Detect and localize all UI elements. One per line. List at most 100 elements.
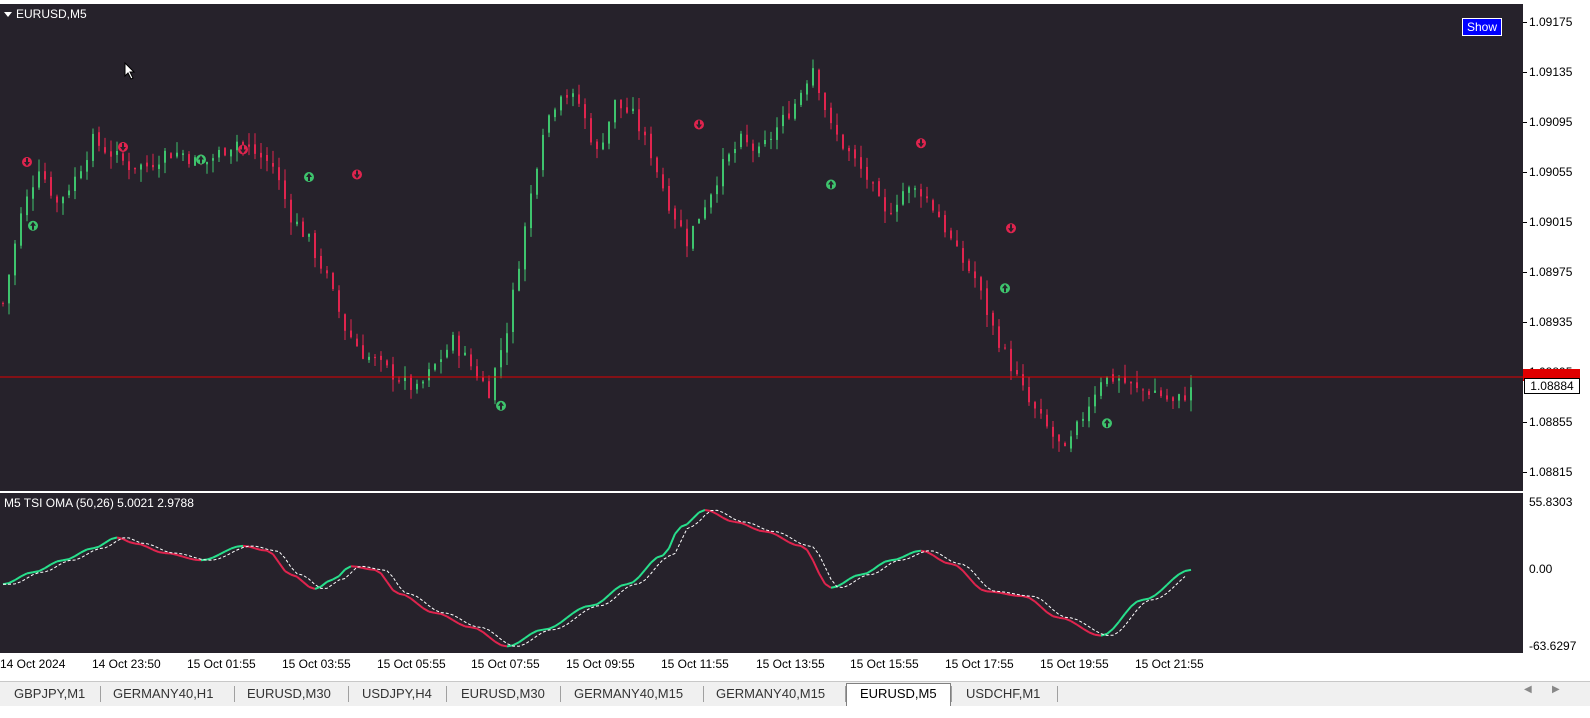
tsi-line-segment xyxy=(374,568,382,575)
chart-tab[interactable]: EURUSD,M30 xyxy=(461,684,545,704)
time-axis-label: 14 Oct 23:50 xyxy=(92,657,161,671)
tsi-line-segment xyxy=(254,547,262,551)
tsi-line-segment xyxy=(938,558,946,564)
tab-separator xyxy=(100,686,101,702)
tsi-line-segment xyxy=(806,549,814,561)
tsi-indicator-chart xyxy=(2,508,1192,648)
chart-tab[interactable]: USDCHF,M1 xyxy=(966,684,1040,704)
tsi-line-segment xyxy=(476,627,484,633)
tsi-line-segment xyxy=(404,594,412,600)
tsi-line-segment xyxy=(1052,615,1060,619)
tsi-line-segment xyxy=(1148,594,1156,600)
tsi-line-segment xyxy=(128,541,136,545)
tsi-line-segment xyxy=(662,547,670,557)
current-price-tag: 1.08884 xyxy=(1524,378,1580,394)
tsi-line-segment xyxy=(44,563,52,569)
tsi-line-segment xyxy=(1004,592,1012,596)
tsi-line-segment xyxy=(440,612,448,618)
scroll-right-icon[interactable]: ▶ xyxy=(1552,684,1560,695)
chart-tab[interactable]: GERMANY40,M15 xyxy=(574,684,683,704)
tsi-line-segment xyxy=(656,554,664,559)
tsi-line-segment xyxy=(158,551,166,555)
scroll-left-icon[interactable]: ◀ xyxy=(1524,684,1532,695)
chart-tab[interactable]: EURUSD,M5 xyxy=(846,683,951,706)
indicator-axis-label: 55.8303 xyxy=(1529,495,1573,509)
tsi-line-segment xyxy=(974,583,982,591)
tsi-line-segment xyxy=(770,531,778,537)
price-axis-tick xyxy=(1523,22,1527,23)
price-axis-tick xyxy=(1523,272,1527,273)
tab-separator xyxy=(446,686,447,702)
tsi-line-segment xyxy=(1118,613,1126,623)
tsi-line-segment xyxy=(380,572,388,583)
chart-tab[interactable]: EURUSD,M30 xyxy=(247,684,331,704)
tsi-line-segment xyxy=(884,559,892,563)
tsi-line-segment xyxy=(902,553,910,558)
chart-tab-bar: GBPJPY,M1 GERMANY40,H1 EURUSD,M30 USDJPY,H4… xyxy=(0,681,1590,706)
tsi-line-segment xyxy=(62,558,70,562)
tsi-line-segment xyxy=(914,549,922,553)
price-axis-label: 1.08975 xyxy=(1529,265,1573,279)
tsi-line-segment xyxy=(1130,600,1138,608)
chart-tab[interactable]: USDJPY,H4 xyxy=(362,684,432,704)
chart-tab[interactable]: GERMANY40,H1 xyxy=(113,684,213,704)
tab-separator xyxy=(845,686,846,702)
tsi-line-segment xyxy=(428,610,436,614)
tsi-line-segment xyxy=(1040,606,1048,614)
tsi-line-segment xyxy=(1112,621,1120,630)
tsi-line-segment xyxy=(80,548,88,554)
mouse-cursor-icon xyxy=(124,61,136,84)
tab-separator xyxy=(234,686,235,702)
tsi-line-segment xyxy=(344,565,352,571)
tsi-line-segment xyxy=(350,565,358,568)
tsi-line-segment xyxy=(704,508,712,513)
tsi-line-segment xyxy=(1088,631,1096,636)
tsi-line-segment xyxy=(1154,589,1162,597)
tsi-line-segment xyxy=(530,629,538,635)
tsi-line-segment xyxy=(590,603,598,607)
tsi-line-segment xyxy=(1076,623,1084,630)
time-axis-label: 14 Oct 2024 xyxy=(0,657,66,671)
tsi-line-segment xyxy=(56,559,64,563)
tsi-line-segment xyxy=(812,559,820,574)
tsi-line-segment xyxy=(104,538,112,544)
tsi-line-segment xyxy=(50,560,58,566)
price-axis-label: 1.08935 xyxy=(1529,315,1573,329)
tsi-line-segment xyxy=(278,562,286,572)
tsi-line-segment xyxy=(944,561,952,565)
tsi-line-segment xyxy=(848,575,856,581)
tsi-line-segment xyxy=(1010,593,1018,597)
tsi-line-segment xyxy=(740,521,748,527)
time-axis[interactable]: 14 Oct 2024 14 Oct 23:50 15 Oct 01:55 15 Oc… xyxy=(0,653,1523,675)
chart-tab[interactable]: GBPJPY,M1 xyxy=(14,684,85,704)
tsi-line-segment xyxy=(1070,620,1078,626)
tsi-line-segment xyxy=(176,553,184,558)
tsi-line-segment xyxy=(368,568,376,571)
tsi-line-segment xyxy=(554,621,562,628)
tsi-line-segment xyxy=(548,625,556,630)
tsi-line-segment xyxy=(500,644,508,648)
tsi-line-segment xyxy=(782,537,790,544)
indicator-axis[interactable]: 55.8303 0.00 -63.6297 xyxy=(1523,493,1590,653)
tsi-line-segment xyxy=(620,583,628,587)
price-axis-label: 1.09055 xyxy=(1529,165,1573,179)
tsi-line-segment xyxy=(680,523,688,528)
tsi-line-segment xyxy=(668,533,676,549)
tsi-line-segment xyxy=(710,510,718,516)
tsi-line-segment xyxy=(1064,617,1072,623)
tsi-line-segment xyxy=(488,636,496,643)
tab-separator xyxy=(951,686,952,702)
time-axis-label: 15 Oct 09:55 xyxy=(566,657,635,671)
tsi-line-segment xyxy=(602,594,610,602)
tsi-line-segment xyxy=(458,622,466,628)
price-axis[interactable]: 1.09175 1.09135 1.09095 1.09055 1.09015 1.089… xyxy=(1523,4,1590,491)
price-axis-label: 1.08815 xyxy=(1529,465,1573,479)
time-axis-label: 15 Oct 13:55 xyxy=(756,657,825,671)
tsi-line-segment xyxy=(290,573,298,578)
tsi-line-segment xyxy=(98,542,106,548)
tsi-line-segment xyxy=(728,519,736,523)
price-axis-label: 1.09135 xyxy=(1529,65,1573,79)
tsi-line-segment xyxy=(1028,596,1036,603)
chart-tab[interactable]: GERMANY40,M15 xyxy=(716,684,825,704)
tsi-line-segment xyxy=(416,602,424,609)
